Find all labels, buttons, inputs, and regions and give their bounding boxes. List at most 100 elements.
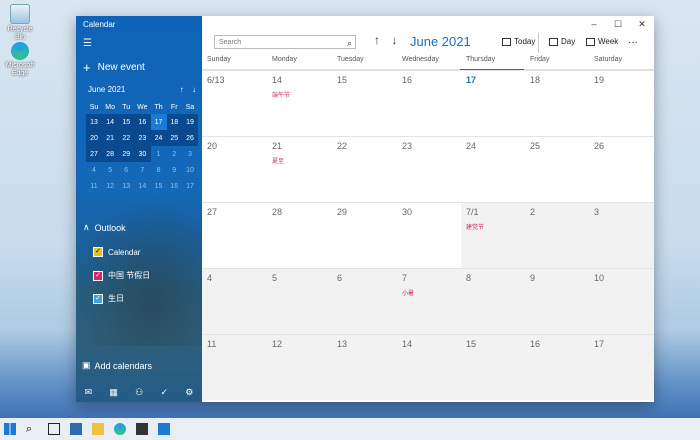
day-cell[interactable]: 22 [332, 136, 397, 202]
day-cell[interactable]: 28 [267, 202, 332, 268]
calendar-icon[interactable]: ▦ [109, 387, 118, 398]
next-arrow-icon[interactable]: ↓ [391, 33, 397, 47]
hamburger-menu-icon[interactable]: ☰ [83, 38, 92, 49]
account-outlook[interactable]: ∧ Outlook [83, 222, 126, 233]
mini-day[interactable]: 3 [182, 146, 198, 162]
checkbox-checked-icon[interactable]: ✓ [93, 293, 103, 304]
mini-day[interactable]: 17 [150, 114, 167, 130]
mini-day[interactable]: 6 [118, 162, 134, 178]
day-cell[interactable]: 16 [397, 70, 461, 136]
day-cell[interactable]: 17 [461, 70, 525, 136]
search-input[interactable]: Search ⌕ [214, 35, 356, 49]
mini-day[interactable]: 29 [118, 146, 135, 162]
close-icon[interactable]: ✕ [630, 16, 654, 32]
mini-day[interactable]: 13 [86, 114, 102, 130]
mini-day[interactable]: 12 [102, 178, 118, 194]
day-cell[interactable]: 12 [267, 334, 332, 400]
mini-day[interactable]: 18 [166, 114, 182, 130]
day-cell[interactable]: 8 [461, 268, 525, 334]
day-cell[interactable]: 23 [397, 136, 461, 202]
mini-day[interactable]: 7 [134, 162, 150, 178]
week-view-button[interactable]: Week [586, 37, 618, 46]
mini-day[interactable]: 13 [118, 178, 134, 194]
calendar-toggle-holidays[interactable]: ✓ 中国 节假日 [93, 270, 150, 281]
mini-day[interactable]: 9 [167, 162, 182, 178]
mini-day[interactable]: 14 [102, 114, 119, 130]
mini-day[interactable]: 16 [134, 114, 151, 130]
calendar-toggle-birthdays[interactable]: ✓ 生日 [93, 293, 124, 304]
people-icon[interactable]: ⚇ [135, 387, 143, 398]
day-view-button[interactable]: Day [549, 37, 575, 46]
day-cell[interactable]: 5 [267, 268, 332, 334]
mini-day[interactable]: 24 [150, 130, 167, 146]
mini-day[interactable]: 5 [102, 162, 118, 178]
mini-prev-month-arrow-icon[interactable]: ↑ [180, 85, 184, 94]
day-cell[interactable]: 15 [332, 70, 397, 136]
mini-day[interactable]: 25 [166, 130, 182, 146]
day-cell[interactable]: 25 [525, 136, 589, 202]
mini-day[interactable]: 21 [102, 130, 119, 146]
today-button[interactable]: Today [502, 37, 535, 46]
windows-start-icon[interactable] [4, 423, 16, 435]
day-cell[interactable]: 13 [332, 334, 397, 400]
mini-day[interactable]: 30 [134, 146, 151, 162]
mini-day[interactable]: 27 [86, 146, 102, 162]
checkbox-checked-icon[interactable]: ✓ [93, 270, 103, 281]
settings-gear-icon[interactable]: ⚙ [185, 387, 193, 398]
mini-day[interactable]: 19 [181, 114, 198, 130]
mini-day[interactable]: 26 [181, 130, 198, 146]
store-icon[interactable] [136, 423, 148, 435]
day-cell[interactable]: 18 [525, 70, 589, 136]
mini-day[interactable]: 22 [118, 130, 135, 146]
day-cell[interactable]: 20 [202, 136, 267, 202]
month-title[interactable]: June 2021 [410, 34, 471, 49]
day-cell[interactable]: 7 小暑 [397, 268, 461, 334]
mini-day[interactable]: 14 [134, 178, 150, 194]
minimize-icon[interactable]: – [582, 16, 606, 32]
checkbox-checked-icon[interactable]: ✓ [93, 247, 103, 257]
previous-arrow-icon[interactable]: ↑ [374, 33, 380, 47]
day-cell[interactable]: 27 [202, 202, 267, 268]
mini-day[interactable]: 16 [167, 178, 182, 194]
mini-next-month-arrow-icon[interactable]: ↓ [192, 85, 196, 94]
day-cell[interactable]: 2 [525, 202, 589, 268]
day-cell[interactable]: 21 夏至 [267, 136, 332, 202]
day-cell[interactable]: 4 [202, 268, 267, 334]
add-calendars-button[interactable]: ▣ Add calendars [82, 360, 152, 371]
day-cell[interactable]: 24 [461, 136, 525, 202]
day-cell[interactable]: 9 [525, 268, 589, 334]
mini-day[interactable]: 8 [151, 162, 167, 178]
event-label[interactable]: 端午节 [272, 90, 332, 99]
mini-day[interactable]: 15 [118, 114, 135, 130]
calendar-toggle-calendar[interactable]: ✓ Calendar [93, 247, 140, 257]
new-event-button[interactable]: + New event [83, 60, 145, 75]
day-cell[interactable]: 29 [332, 202, 397, 268]
day-cell[interactable]: 6/13 [202, 70, 267, 136]
desktop-icon-recycle-bin[interactable]: Recycle Bin [2, 4, 38, 42]
search-icon[interactable]: ⌕ [347, 36, 352, 50]
more-options-icon[interactable]: ··· [628, 37, 638, 48]
day-cell[interactable]: 6 [332, 268, 397, 334]
mini-day[interactable]: 2 [167, 146, 182, 162]
day-cell[interactable]: 30 [397, 202, 461, 268]
desktop-icon-edge[interactable]: Microsoft Edge [2, 42, 38, 78]
day-cell[interactable]: 11 [202, 334, 267, 400]
event-label[interactable]: 小暑 [402, 288, 461, 297]
day-cell[interactable]: 3 [589, 202, 654, 268]
widgets-icon[interactable] [70, 423, 82, 435]
day-cell[interactable]: 7/1 建党节 [461, 202, 525, 268]
task-view-icon[interactable] [48, 423, 60, 435]
mini-day[interactable]: 11 [86, 178, 102, 194]
file-explorer-icon[interactable] [92, 423, 104, 435]
day-cell[interactable]: 19 [589, 70, 654, 136]
day-cell[interactable]: 14 [397, 334, 461, 400]
mini-day[interactable]: 23 [134, 130, 151, 146]
event-label[interactable]: 建党节 [466, 222, 525, 231]
mini-day[interactable]: 17 [182, 178, 198, 194]
mini-day[interactable]: 4 [86, 162, 102, 178]
mini-day[interactable]: 1 [151, 146, 167, 162]
mini-day[interactable]: 28 [102, 146, 119, 162]
mini-day[interactable]: 15 [151, 178, 167, 194]
day-cell[interactable]: 26 [589, 136, 654, 202]
day-cell[interactable]: 16 [525, 334, 589, 400]
